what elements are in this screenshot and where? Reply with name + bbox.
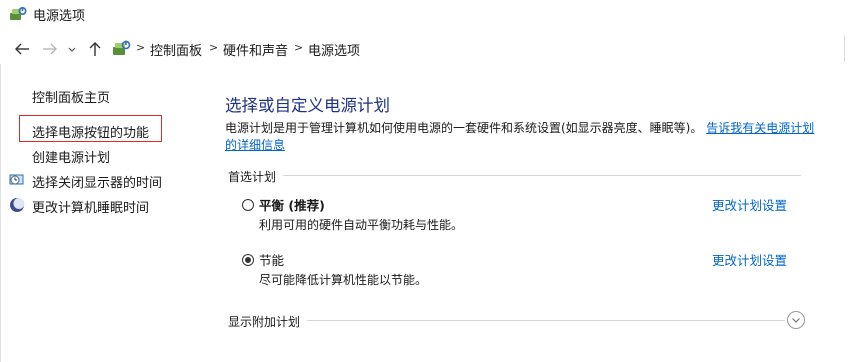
breadcrumb-separator[interactable]: > (136, 41, 145, 54)
preferred-plans-label: 首选计划 (228, 170, 277, 184)
control-panel-icon (113, 40, 131, 55)
plan-power-saver-radio[interactable] (242, 254, 254, 266)
show-additional-plans-label[interactable]: 显示附加计划 (228, 313, 300, 330)
plan-balanced-desc: 利用可用的硬件自动平衡功耗与性能。 (259, 218, 464, 232)
moon-sleep-icon (10, 198, 25, 212)
back-arrow-icon[interactable] (13, 40, 31, 58)
address-bar-border (844, 36, 845, 62)
recent-locations-chevron-icon[interactable] (66, 40, 78, 58)
page-description: 电源计划是用于管理计算机如何使用电源的一套硬件和系统设置(如显示器亮度、睡眠等)… (225, 120, 815, 154)
breadcrumb-control-panel[interactable]: 控制面板 (150, 40, 202, 59)
breadcrumb-hardware-sound[interactable]: 硬件和声音 (223, 40, 288, 59)
sidebar-item-sleep-time[interactable]: 更改计算机睡眠时间 (32, 197, 149, 216)
chevron-down-icon (792, 318, 800, 323)
forward-arrow-icon[interactable] (41, 40, 59, 58)
plan-power-saver-desc: 尽可能降低计算机性能以节能。 (259, 273, 428, 287)
sidebar-item-create-plan[interactable]: 创建电源计划 (32, 147, 110, 166)
sidebar-item-display-off-time[interactable]: 选择关闭显示器的时间 (32, 172, 162, 191)
window-title: 电源选项 (33, 9, 86, 24)
page-title: 选择或自定义电源计划 (225, 96, 390, 115)
breadcrumb-power-options[interactable]: 电源选项 (308, 40, 360, 59)
plan-balanced-name[interactable]: 平衡 (推荐) (259, 195, 325, 214)
title-bar: 电源选项 (0, 0, 852, 28)
sidebar-item-control-panel-home[interactable]: 控制面板主页 (32, 87, 110, 106)
up-arrow-icon[interactable] (86, 40, 104, 58)
expand-chevron-button[interactable] (787, 311, 805, 329)
monitor-clock-icon (9, 174, 24, 185)
description-text: 电源计划是用于管理计算机如何使用电源的一套硬件和系统设置(如显示器亮度、睡眠等)… (225, 121, 703, 135)
section-divider (283, 175, 801, 176)
plan-power-saver-change-settings-link[interactable]: 更改计划设置 (712, 250, 787, 269)
breadcrumb-separator[interactable]: > (209, 41, 218, 54)
power-options-icon (10, 6, 27, 20)
plan-balanced-change-settings-link[interactable]: 更改计划设置 (712, 195, 787, 214)
plan-balanced-radio[interactable] (242, 199, 254, 211)
section-divider (307, 320, 785, 321)
breadcrumb-separator[interactable]: > (294, 41, 303, 54)
plan-power-saver-name[interactable]: 节能 (259, 250, 284, 269)
window-edge (0, 64, 1, 362)
sidebar-item-power-button[interactable]: 选择电源按钮的功能 (32, 122, 149, 141)
